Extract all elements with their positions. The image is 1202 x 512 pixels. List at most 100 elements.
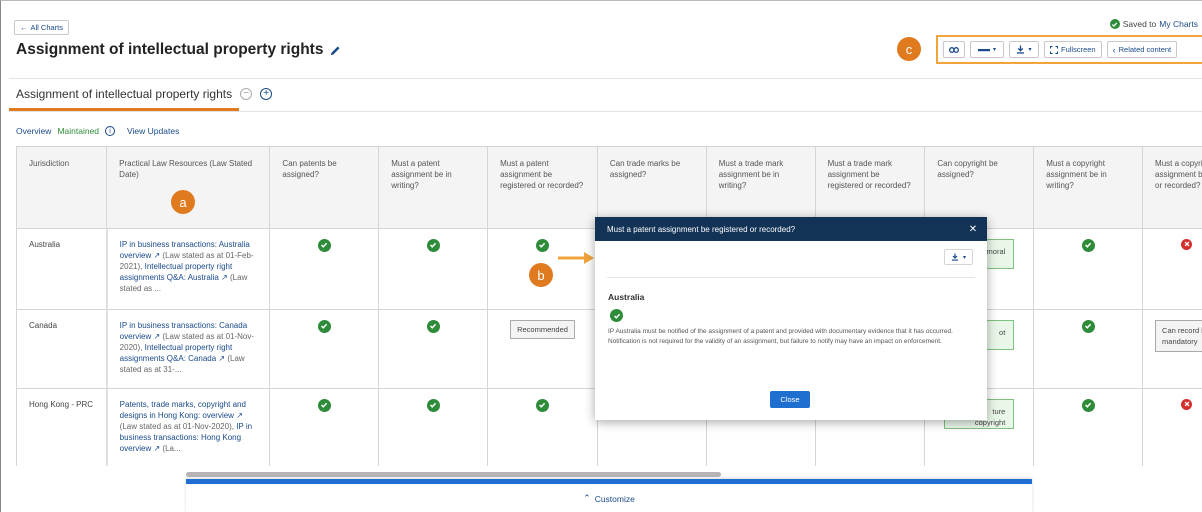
yes-check-icon [426, 238, 440, 252]
tab-label: Assignment of intellectual property righ… [16, 87, 233, 101]
tab-chart[interactable]: Assignment of intellectual property righ… [16, 87, 273, 101]
recommended-tag: Recommended [510, 319, 575, 339]
resource-link[interactable]: Patents, trade marks, copyright and desi… [120, 400, 246, 420]
column-header: Practical Law Resources (Law Stated Date… [106, 147, 271, 229]
divider [9, 111, 1202, 112]
law-stated-date: (Law stated as at 01-Nov-2020), [119, 421, 234, 431]
external-link-icon: ↗ [153, 443, 161, 453]
caret-down-icon: ▾ [992, 47, 996, 53]
info-icon[interactable]: i [105, 126, 116, 136]
answer-cell[interactable] [378, 309, 489, 389]
yes-check-icon [1081, 398, 1095, 412]
jurisdiction-cell: Australia [17, 228, 108, 310]
download-icon [951, 253, 959, 261]
answer-cell[interactable] [1033, 388, 1144, 466]
answer-cell[interactable]: Recommended [487, 309, 598, 389]
answer-cell[interactable] [378, 228, 489, 310]
answer-cell[interactable] [1142, 388, 1202, 466]
saved-status: Saved to My Charts [1109, 19, 1198, 29]
answer-cell[interactable] [487, 388, 598, 466]
related-content-button[interactable]: ‹ Related content [1106, 41, 1178, 58]
related-content-label: Related content [1118, 45, 1172, 54]
dialog-header: Must a patent assignment be registered o… [595, 217, 987, 241]
add-tab-icon[interactable]: + [260, 88, 273, 100]
yes-check-icon [317, 319, 331, 333]
column-header: Must a patent assignment be registered o… [487, 147, 598, 229]
resources-cell: Patents, trade marks, copyright and desi… [105, 388, 271, 466]
yes-check-icon [535, 238, 549, 252]
customize-bar[interactable]: ⌃ Customize [186, 479, 1032, 512]
divider [607, 277, 975, 278]
page-title: Assignment of intellectual property righ… [16, 41, 341, 59]
column-header: Must a patent assignment be in writing? [378, 147, 489, 229]
answer-cell[interactable]: Can record bu mandatory [1142, 309, 1202, 389]
annotation-badge-a: a [171, 190, 195, 214]
jurisdiction-cell: Canada [17, 309, 108, 389]
annotation-badge-b: b [529, 263, 553, 287]
answer-cell[interactable] [269, 228, 380, 310]
jurisdiction-cell: Hong Kong - PRC [17, 388, 108, 466]
download-dropdown[interactable]: ▾ [943, 249, 973, 265]
resources-cell: IP in business transactions: Canada over… [105, 309, 271, 389]
copy-link-button[interactable] [943, 41, 965, 58]
answer-cell[interactable] [1033, 309, 1144, 389]
caret-down-icon: ▾ [1028, 47, 1032, 53]
divider [9, 78, 1202, 79]
yes-check-icon [1081, 238, 1095, 252]
subnav: Overview Maintained i View Updates [16, 126, 179, 136]
all-charts-label: All Charts [30, 23, 64, 32]
maintained-label: Maintained [57, 126, 100, 136]
answer-cell[interactable] [269, 388, 380, 466]
column-header: Can copyright be assigned? [924, 147, 1035, 229]
chevron-left-icon: ‹ [1112, 44, 1116, 55]
answer-cell[interactable] [1142, 228, 1202, 310]
download-dropdown[interactable]: ▾ [1009, 41, 1039, 58]
external-link-icon: ↗ [221, 272, 228, 282]
check-icon [1109, 19, 1120, 29]
pencil-icon[interactable] [330, 45, 341, 56]
all-charts-button[interactable]: ← All Charts [14, 20, 70, 35]
answer-tag: Can record bu mandatory [1155, 319, 1202, 352]
saved-prefix: Saved to [1122, 19, 1157, 29]
dialog-title: Must a patent assignment be registered o… [607, 224, 796, 234]
download-icon [1017, 45, 1025, 54]
column-header: Must a trade mark assignment be in writi… [706, 147, 816, 229]
chevron-up-icon: ⌃ [583, 493, 591, 503]
column-header: Can patents be assigned? [269, 147, 380, 229]
external-link-icon: ↗ [153, 331, 161, 341]
yes-check-icon [317, 238, 331, 252]
yes-check-icon [1081, 319, 1095, 333]
view-updates-link[interactable]: View Updates [127, 126, 179, 136]
column-header: Must a copyright assignment be in writin… [1033, 147, 1144, 229]
fullscreen-button[interactable]: Fullscreen [1044, 41, 1102, 58]
annotation-badge-c: c [897, 37, 921, 61]
customize-label: Customize [594, 493, 635, 504]
my-charts-link[interactable]: My Charts [1159, 19, 1198, 29]
answer-cell[interactable] [378, 388, 489, 466]
no-x-icon [1181, 238, 1193, 250]
column-header-text: Practical Law Resources (Law Stated Date… [119, 159, 253, 179]
column-header: Must a copyri assignment b registered or… [1142, 147, 1202, 229]
column-header: Must a trade mark assignment be register… [815, 147, 926, 229]
line-style-dropdown[interactable]: ▾ [970, 41, 1004, 58]
external-link-icon: ↗ [153, 250, 161, 260]
line-style-icon [977, 48, 990, 51]
remove-tab-icon[interactable]: − [240, 88, 253, 100]
close-button[interactable]: Close [770, 391, 810, 408]
overview-link[interactable]: Overview [16, 126, 51, 136]
arrow-left-icon: ← [20, 23, 28, 32]
dialog-jurisdiction: Australia [608, 292, 645, 302]
answer-cell[interactable] [1033, 228, 1144, 310]
column-header: Jurisdiction [17, 147, 108, 229]
close-icon[interactable]: ✕ [965, 221, 981, 237]
resources-cell: IP in business transactions: Australia o… [105, 228, 271, 310]
answer-cell[interactable] [269, 309, 380, 389]
header-row: Jurisdiction Practical Law Resources (La… [17, 147, 1202, 229]
yes-check-icon [610, 309, 623, 322]
caret-down-icon: ▾ [962, 254, 966, 261]
fullscreen-label: Fullscreen [1061, 45, 1096, 54]
chart-toolbar: ▾ ▾ Fullscreen ‹ Related content [936, 35, 1202, 64]
arrow-right-icon [558, 252, 594, 264]
horizontal-scrollbar[interactable] [186, 472, 721, 477]
link-icon [949, 46, 959, 53]
